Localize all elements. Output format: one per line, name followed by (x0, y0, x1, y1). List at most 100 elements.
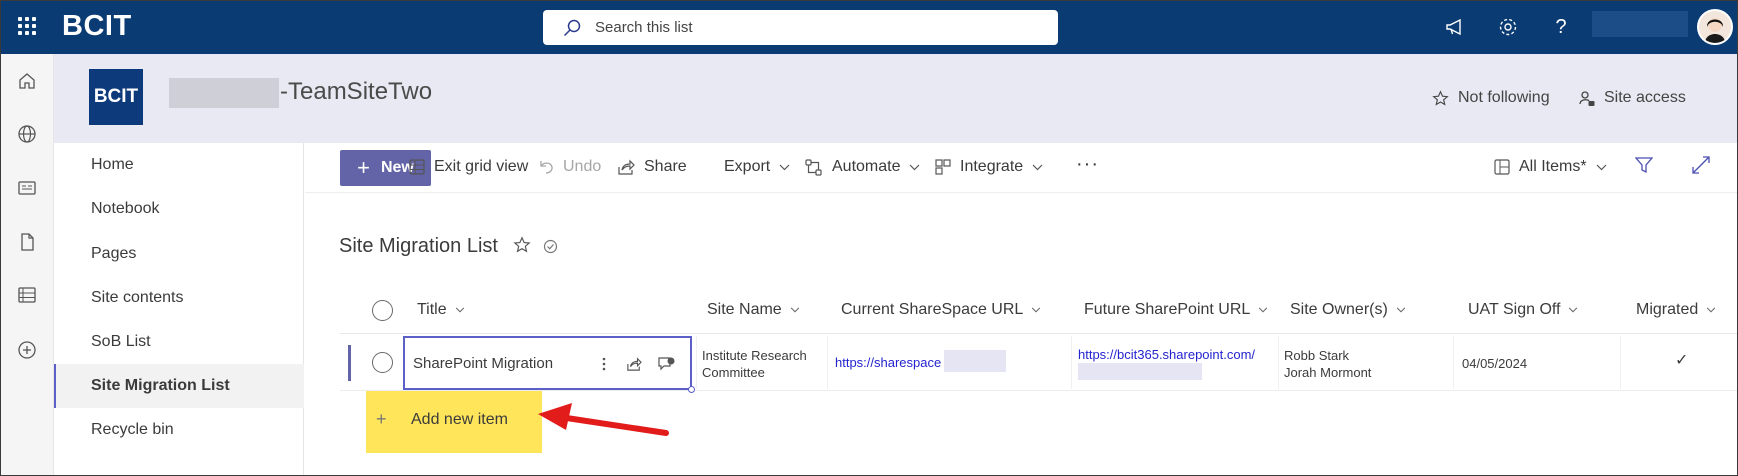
chevron-down-icon (790, 307, 799, 313)
uat-sign-off-cell[interactable]: 04/05/2024 (1462, 355, 1527, 372)
redacted-url-part (944, 350, 1006, 372)
help-icon[interactable]: ? (1548, 14, 1574, 40)
people-lock-icon (1579, 90, 1595, 106)
export-button[interactable]: Export (724, 158, 799, 176)
home-icon[interactable] (16, 70, 38, 92)
annotation-arrow-icon (538, 403, 669, 436)
chevron-down-icon (1596, 164, 1607, 170)
site-access-button[interactable]: Site access (1579, 89, 1686, 107)
column-separator (1278, 336, 1279, 389)
migrated-checkmark[interactable]: ✓ (1675, 352, 1688, 369)
gear-icon[interactable] (1495, 14, 1521, 40)
site-access-label: Site access (1604, 89, 1686, 106)
add-new-item-label: Add new item (411, 411, 508, 428)
undo-icon (540, 161, 553, 174)
follow-button[interactable]: Not following (1432, 89, 1550, 107)
more-vertical-icon[interactable] (595, 355, 613, 373)
filter-icon[interactable] (1635, 156, 1662, 174)
automate-icon (805, 158, 822, 176)
chevron-down-icon (779, 164, 790, 170)
column-header-site-owners[interactable]: Site Owner(s) (1290, 301, 1406, 319)
chevron-down-icon (1707, 307, 1716, 313)
list-title: Site Migration List (339, 235, 498, 257)
export-label: Export (724, 158, 771, 175)
column-header-title[interactable]: Title (417, 301, 465, 319)
nav-item-recycle-bin[interactable]: Recycle bin (54, 408, 304, 452)
chevron-down-icon (1032, 307, 1041, 313)
file-icon[interactable] (16, 231, 38, 253)
megaphone-icon[interactable] (1442, 14, 1468, 40)
site-title[interactable]: -TeamSiteTwo (280, 78, 432, 106)
cell-resize-handle[interactable] (688, 386, 695, 393)
column-header-future-url[interactable]: Future SharePoint URL (1084, 301, 1268, 319)
favorite-star-icon[interactable] (513, 236, 531, 254)
follow-label: Not following (1458, 89, 1550, 106)
chevron-down-icon (910, 164, 920, 170)
site-logo[interactable]: BCIT (89, 69, 143, 125)
title-cell-text: SharePoint Migration (413, 355, 554, 372)
column-header-site-name[interactable]: Site Name (707, 301, 800, 319)
news-icon[interactable] (16, 177, 38, 199)
app-rail (0, 54, 54, 476)
column-separator (1071, 336, 1072, 389)
plus-icon: + (357, 155, 370, 180)
chevron-down-icon (1032, 164, 1043, 170)
undo-label: Undo (563, 158, 602, 175)
more-options-icon[interactable]: ··· (1076, 153, 1099, 176)
add-circle-icon[interactable] (16, 339, 38, 361)
share-label: Share (644, 158, 687, 175)
redacted-url-part (1078, 363, 1202, 380)
list-icon[interactable] (16, 284, 38, 306)
share-icon (618, 159, 635, 175)
nav-item-sob-list[interactable]: SoB List (54, 320, 304, 364)
row-checkbox[interactable] (372, 352, 393, 373)
future-url-link[interactable]: https://bcit365.sharepoint.com/ (1078, 347, 1255, 362)
title-cell-editing[interactable]: SharePoint Migration (403, 336, 695, 393)
search-icon (563, 19, 581, 37)
grid-icon (409, 159, 425, 175)
search-input[interactable] (595, 10, 1045, 45)
chevron-down-icon (1259, 307, 1268, 313)
exit-grid-view-button[interactable]: Exit grid view (409, 158, 528, 176)
app-launcher-icon[interactable] (16, 15, 38, 37)
automate-label: Automate (832, 158, 901, 175)
nav-item-site-contents[interactable]: Site contents (54, 276, 304, 320)
avatar[interactable] (1697, 9, 1733, 45)
exit-grid-view-label: Exit grid view (434, 158, 529, 175)
view-selector[interactable]: All Items* (1494, 158, 1616, 176)
automate-button[interactable]: Automate (805, 158, 929, 176)
comment-add-icon[interactable] (657, 355, 675, 373)
site-name-cell[interactable]: Institute Research Committee (702, 347, 807, 381)
nav-item-pages[interactable]: Pages (54, 232, 304, 276)
share-icon[interactable] (625, 355, 643, 373)
column-header-migrated[interactable]: Migrated (1636, 301, 1716, 319)
select-all-checkbox[interactable] (372, 300, 393, 321)
nav-item-site-migration-list[interactable]: Site Migration List (54, 364, 304, 408)
globe-icon[interactable] (16, 123, 38, 145)
search-box[interactable] (543, 10, 1058, 45)
view-icon (1494, 159, 1510, 175)
add-new-item-button[interactable]: + Add new item (366, 391, 542, 453)
row-selection-indicator (348, 345, 351, 381)
account-name-redacted (1592, 11, 1688, 37)
column-header-uat-sign-off[interactable]: UAT Sign Off (1468, 301, 1578, 319)
current-url-link[interactable]: https://sharespace (835, 355, 941, 370)
left-navigation: Home Notebook Pages Site contents SoB Li… (54, 143, 304, 476)
column-header-current-url[interactable]: Current ShareSpace URL (841, 301, 1041, 319)
star-icon (1432, 89, 1449, 106)
column-separator (1620, 336, 1621, 389)
nav-item-home[interactable]: Home (54, 143, 304, 187)
integrate-button[interactable]: Integrate (935, 158, 1052, 176)
view-label: All Items* (1519, 158, 1587, 175)
site-owners-cell[interactable]: Robb Stark Jorah Mormont (1284, 347, 1371, 381)
expand-icon[interactable] (1692, 156, 1719, 174)
undo-button[interactable]: Undo (538, 158, 601, 176)
chevron-down-icon (455, 307, 464, 313)
nav-item-notebook[interactable]: Notebook (54, 187, 304, 231)
column-separator (827, 336, 828, 389)
brand-logo[interactable]: BCIT (62, 10, 132, 43)
share-button[interactable]: Share (617, 158, 687, 176)
chevron-down-icon (1396, 307, 1406, 313)
site-header: BCIT -TeamSiteTwo Not following Site acc… (54, 54, 1738, 143)
check-circle-icon[interactable] (543, 239, 558, 254)
